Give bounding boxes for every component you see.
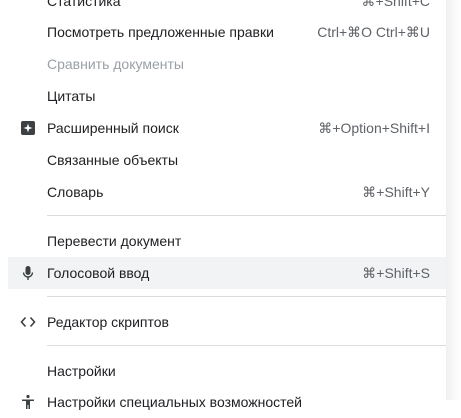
- menu-item-linked-objects[interactable]: Связанные объекты: [8, 144, 446, 176]
- microphone-icon: [20, 265, 36, 281]
- code-brackets-icon: [20, 314, 36, 330]
- menu-item-word-count[interactable]: Статистика ⌘+Shift+C: [8, 0, 446, 17]
- menu-item-label: Посмотреть предложенные правки: [47, 24, 274, 40]
- menu-shadow: [446, 0, 461, 400]
- menu-item-label: Настройки специальных возможностей: [47, 394, 303, 410]
- menu-item-label: Настройки: [47, 363, 116, 379]
- menu-item-shortcut: ⌘+Shift+S: [362, 265, 430, 281]
- menu-item-shortcut: ⌘+Option+Shift+I: [318, 120, 430, 136]
- menu-item-label: Перевести документ: [47, 233, 182, 249]
- menu-item-shortcut: ⌘+Shift+C: [361, 0, 430, 9]
- menu-item-compare-documents: Сравнить документы: [8, 48, 446, 80]
- menu-item-preferences[interactable]: Настройки: [8, 355, 446, 387]
- menu-item-voice-typing[interactable]: Голосовой ввод ⌘+Shift+S: [8, 257, 446, 289]
- menu-divider: [47, 296, 446, 297]
- menu-item-label: Статистика: [47, 0, 121, 9]
- menu-item-explore[interactable]: Расширенный поиск ⌘+Option+Shift+I: [8, 112, 446, 144]
- menu-item-label: Сравнить документы: [47, 56, 184, 72]
- menu-item-dictionary[interactable]: Словарь ⌘+Shift+Y: [8, 176, 446, 208]
- menu-item-review-suggested-edits[interactable]: Посмотреть предложенные правки Ctrl+⌘O C…: [8, 16, 446, 48]
- menu-item-shortcut: Ctrl+⌘O Ctrl+⌘U: [317, 24, 430, 40]
- menu-item-citations[interactable]: Цитаты: [8, 80, 446, 112]
- menu-item-accessibility-settings[interactable]: Настройки специальных возможностей: [8, 386, 446, 418]
- menu-item-script-editor[interactable]: Редактор скриптов: [8, 306, 446, 338]
- menu-item-label: Редактор скриптов: [47, 314, 169, 330]
- accessibility-icon: [20, 394, 36, 410]
- menu-divider: [47, 345, 446, 346]
- explore-sparkle-icon: [20, 120, 36, 136]
- menu-item-label: Связанные объекты: [47, 152, 179, 168]
- menu-divider: [47, 215, 446, 216]
- menu-item-label: Цитаты: [47, 88, 96, 104]
- menu-item-label: Расширенный поиск: [47, 120, 179, 136]
- menu-item-label: Словарь: [47, 184, 104, 200]
- menu-item-label: Голосовой ввод: [47, 265, 150, 281]
- menu-item-shortcut: ⌘+Shift+Y: [362, 184, 430, 200]
- tools-menu: Статистика ⌘+Shift+C Посмотреть предложе…: [0, 0, 446, 410]
- menu-item-translate-document[interactable]: Перевести документ: [8, 225, 446, 257]
